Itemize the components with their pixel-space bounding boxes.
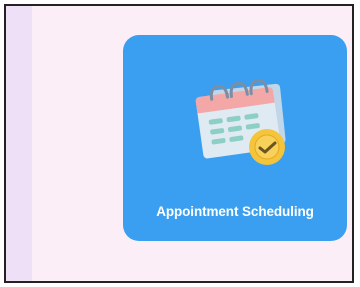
calendar-clock-icon [195,79,286,165]
appointment-scheduling-tile[interactable]: Appointment Scheduling [123,35,347,241]
tile-label: Appointment Scheduling [156,204,314,219]
app-frame: Appointment Scheduling [4,4,354,283]
side-strip [6,6,32,281]
